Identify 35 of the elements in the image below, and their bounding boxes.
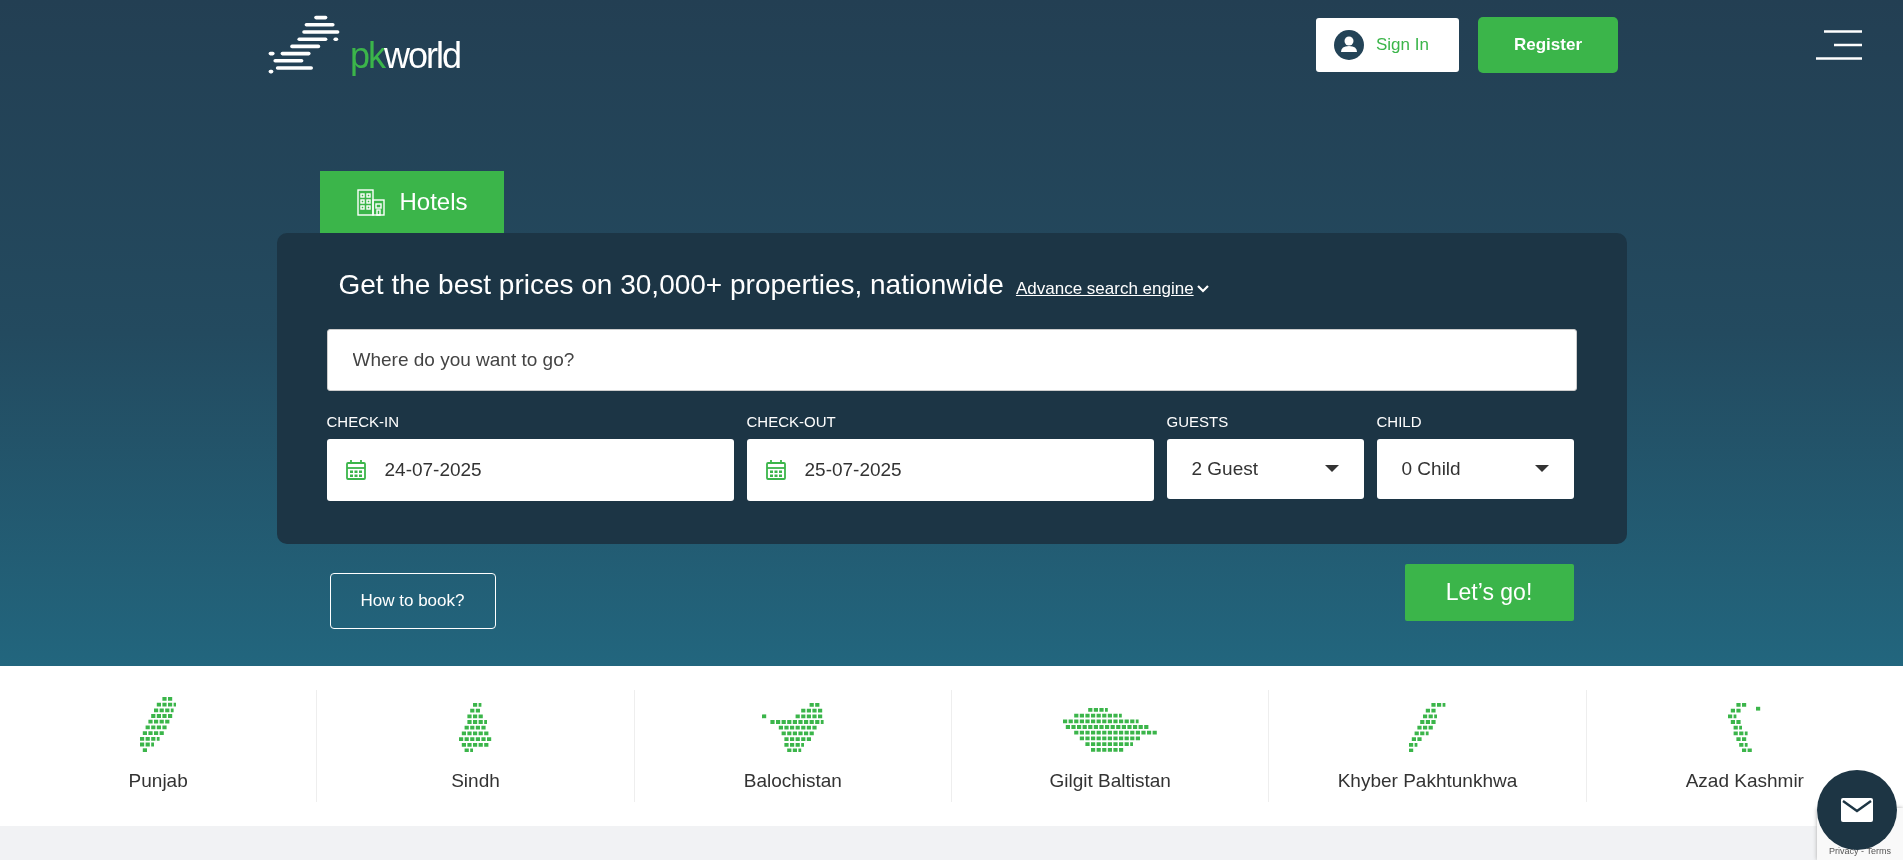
map-icon — [139, 696, 177, 752]
region-name[interactable]: Khyber Pakhtunkhwa — [1337, 770, 1518, 792]
caret-icon — [1534, 465, 1549, 473]
map-icon — [458, 702, 493, 752]
region-name[interactable]: Gilgit Baltistan — [1049, 770, 1171, 792]
field-label: GUESTS — [1166, 413, 1230, 430]
destination-input[interactable]: Where do you want to go? — [326, 329, 1577, 391]
map-icon — [762, 702, 824, 752]
recaptcha-text[interactable]: Privacy - Terms — [1829, 846, 1891, 856]
region-name[interactable]: Punjab — [128, 770, 188, 792]
caret-icon — [1324, 465, 1339, 473]
menu-icon[interactable] — [1816, 30, 1862, 60]
region-name[interactable]: Sindh — [451, 770, 500, 792]
date-field[interactable]: 25-07-2025 — [746, 439, 1154, 501]
date-field[interactable]: 24-07-2025 — [326, 439, 734, 501]
logo-text: pkworld — [350, 38, 461, 74]
region-name[interactable]: Balochistan — [743, 770, 842, 792]
advance-search-link[interactable]: Advance search engine — [1015, 279, 1210, 299]
how-to-book-button[interactable]: How to book? — [329, 573, 496, 629]
map-icon — [1409, 702, 1446, 752]
calendar-icon — [764, 459, 787, 481]
region-name[interactable]: Azad Kashmir — [1685, 770, 1804, 792]
select-field[interactable]: 0 Child — [1376, 439, 1574, 499]
map-icon — [1728, 702, 1762, 752]
user-icon — [1334, 30, 1364, 60]
field-label: CHILD — [1376, 413, 1423, 430]
select-field[interactable]: 2 Guest — [1166, 439, 1364, 499]
chevron-down-icon — [1195, 284, 1210, 294]
building-icon — [355, 188, 386, 216]
map-icon — [1062, 708, 1158, 752]
mail-icon — [1841, 798, 1873, 822]
calendar-icon — [344, 459, 367, 481]
search-heading: Get the best prices on 30,000+ properties, nationwide — [338, 269, 1004, 301]
field-label: CHECK-OUT — [746, 413, 837, 430]
field-label: CHECK-IN — [326, 413, 400, 430]
